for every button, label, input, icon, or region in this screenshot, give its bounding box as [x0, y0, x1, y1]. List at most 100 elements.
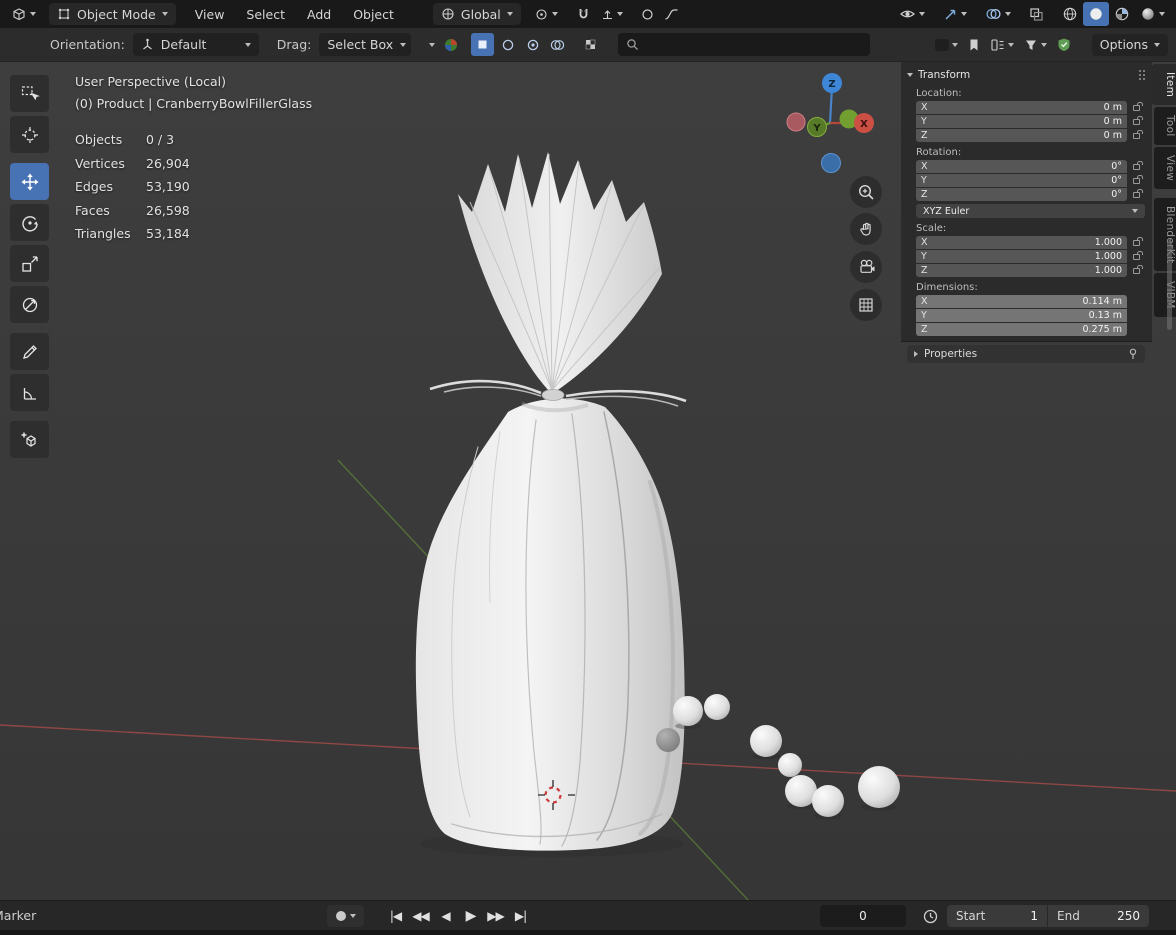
mask-dropdown[interactable]: [930, 33, 963, 57]
zoom-button[interactable]: [850, 176, 882, 208]
shading-wireframe-button[interactable]: [1057, 2, 1083, 26]
options-dropdown[interactable]: Options: [1091, 33, 1168, 56]
mode-dropdown[interactable]: Object Mode: [49, 3, 176, 25]
menu-add[interactable]: Add: [296, 0, 342, 28]
tool-scale[interactable]: [10, 245, 49, 282]
tool-annotate[interactable]: [10, 333, 49, 370]
rotation-x-field[interactable]: X 0°: [916, 160, 1127, 173]
tool-select-box[interactable]: [10, 75, 49, 112]
location-x-field[interactable]: X0 m: [916, 101, 1127, 114]
filter-dropdown[interactable]: [1019, 33, 1052, 57]
select-mode-subtract[interactable]: [521, 33, 544, 56]
show-gizmo-dropdown[interactable]: [938, 2, 972, 26]
menu-view[interactable]: View: [184, 0, 236, 28]
drag-mode-dropdown[interactable]: Select Box: [319, 33, 412, 56]
pivot-point-dropdown[interactable]: [529, 2, 563, 26]
proportional-falloff-dropdown[interactable]: [659, 2, 684, 26]
cranberry-sphere[interactable]: [778, 753, 802, 777]
tool-measure[interactable]: [10, 374, 49, 411]
location-z-field[interactable]: Z0 m: [916, 129, 1127, 142]
tab-view[interactable]: View: [1154, 146, 1176, 189]
proportional-editing-toggle[interactable]: [636, 2, 659, 26]
snap-settings-dropdown[interactable]: [596, 2, 628, 26]
falloff-sphere-icon[interactable]: [443, 37, 459, 53]
properties-panel-header[interactable]: Properties: [907, 345, 1145, 363]
cranberry-sphere[interactable]: [812, 785, 844, 817]
play-button[interactable]: ▶: [458, 904, 483, 928]
search-input[interactable]: [618, 33, 871, 56]
xray-toggle[interactable]: [1024, 2, 1049, 26]
lock-location-y[interactable]: [1127, 115, 1145, 125]
location-y-field[interactable]: Y0 m: [916, 115, 1127, 128]
lock-location-z[interactable]: [1127, 129, 1145, 139]
lock-scale-z[interactable]: [1127, 264, 1145, 274]
tab-vibm[interactable]: VIBM: [1154, 273, 1176, 318]
auto-key-button[interactable]: [327, 905, 364, 927]
scale-x-field[interactable]: X 1.000: [916, 236, 1127, 249]
orientation-default-dropdown[interactable]: Default: [132, 33, 259, 56]
copy-presets-dropdown[interactable]: [985, 33, 1019, 57]
lock-rotation-y[interactable]: [1127, 174, 1145, 184]
next-keyframe-button[interactable]: ▶▶: [483, 904, 508, 928]
tool-move[interactable]: [10, 163, 49, 200]
lock-scale-x[interactable]: [1127, 236, 1145, 246]
cranberry-sphere[interactable]: [704, 694, 730, 720]
scale-y-field[interactable]: Y 1.000: [916, 250, 1127, 263]
orthographic-toggle-button[interactable]: [850, 289, 882, 321]
lock-rotation-x[interactable]: [1127, 160, 1145, 170]
cranberry-sphere[interactable]: [858, 766, 900, 808]
tab-blenderkit[interactable]: BlenderKit: [1154, 197, 1176, 272]
pin-icon[interactable]: [1128, 348, 1138, 360]
playback-sync-button[interactable]: [917, 905, 943, 927]
play-reverse-button[interactable]: ◀: [433, 904, 458, 928]
cranberry-sphere[interactable]: [673, 696, 703, 726]
frame-end-field[interactable]: End 250: [1048, 905, 1149, 927]
tool-cursor[interactable]: [10, 116, 49, 153]
object-visibility-dropdown[interactable]: [894, 2, 930, 26]
frame-start-field[interactable]: Start 1: [947, 905, 1047, 927]
tool-transform[interactable]: [10, 286, 49, 323]
current-frame-field[interactable]: 0: [820, 905, 906, 927]
dimension-x-field[interactable]: X 0.114 m: [916, 295, 1127, 308]
menu-select[interactable]: Select: [235, 0, 296, 28]
shading-solid-button[interactable]: [1083, 2, 1109, 26]
tool-add-cube[interactable]: [10, 421, 49, 458]
viewport-3d[interactable]: Z X Y User Perspective (Local) (0) Produ…: [0, 62, 1176, 900]
jump-to-start-button[interactable]: |◀: [383, 904, 408, 928]
validate-button[interactable]: [1052, 33, 1076, 57]
tab-item[interactable]: Item: [1152, 64, 1176, 106]
shading-material-button[interactable]: [1109, 2, 1135, 26]
dimension-y-field[interactable]: Y 0.13 m: [916, 309, 1127, 322]
snap-toggle[interactable]: [571, 2, 596, 26]
select-mode-new[interactable]: [471, 33, 495, 56]
select-mode-extend[interactable]: [496, 33, 519, 56]
scale-z-field[interactable]: Z 1.000: [916, 264, 1127, 277]
rotation-z-field[interactable]: Z 0°: [916, 188, 1127, 201]
lock-scale-y[interactable]: [1127, 250, 1145, 260]
dimension-z-field[interactable]: Z 0.275 m: [916, 323, 1127, 336]
transform-orientation-dropdown[interactable]: Global: [432, 3, 521, 25]
rotation-y-field[interactable]: Y 0°: [916, 174, 1127, 187]
tool-rotate[interactable]: [10, 204, 49, 241]
camera-view-button[interactable]: [850, 251, 882, 283]
lock-location-x[interactable]: [1127, 101, 1145, 111]
cranberry-sphere[interactable]: [750, 725, 782, 757]
select-mode-intersect[interactable]: [546, 33, 569, 56]
jump-to-end-button[interactable]: ▶|: [508, 904, 533, 928]
checker-deselect-button[interactable]: [579, 33, 602, 56]
lock-rotation-z[interactable]: [1127, 188, 1145, 198]
rotation-mode-dropdown[interactable]: XYZ Euler: [916, 204, 1145, 218]
show-overlays-dropdown[interactable]: [980, 2, 1016, 26]
panel-drag-handle[interactable]: [1139, 69, 1141, 72]
editor-type-selector[interactable]: [6, 2, 41, 26]
bookmark-button[interactable]: [963, 33, 985, 57]
cranberry-sphere[interactable]: [656, 728, 680, 752]
transform-panel-header[interactable]: Transform: [907, 66, 1145, 83]
pan-button[interactable]: [850, 213, 882, 245]
shading-rendered-button[interactable]: [1135, 2, 1170, 26]
tool-extra-dropdown-icon[interactable]: [429, 42, 436, 47]
sidebar-scrollbar[interactable]: [1167, 240, 1172, 330]
gizmo-axis-neg-z[interactable]: [821, 153, 841, 173]
tab-tool[interactable]: Tool: [1154, 107, 1176, 145]
menu-object[interactable]: Object: [342, 0, 405, 28]
